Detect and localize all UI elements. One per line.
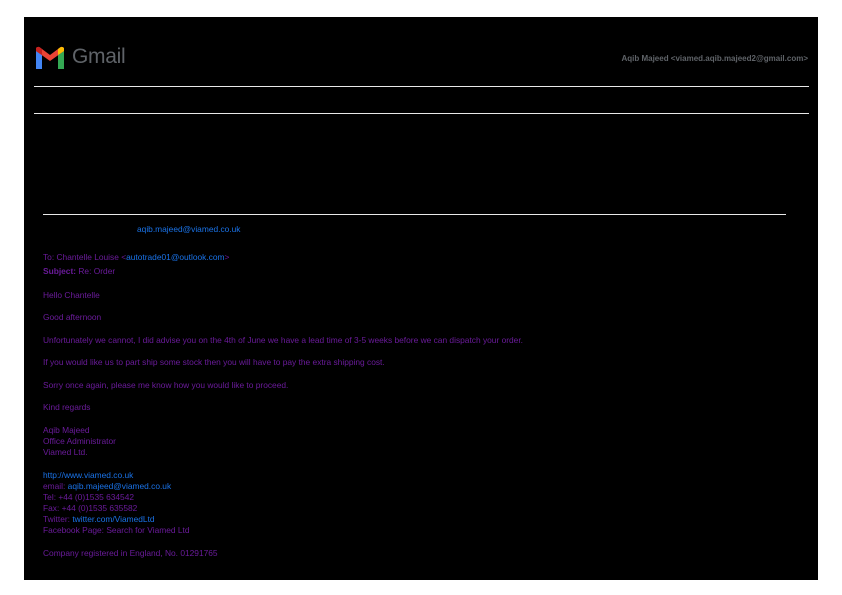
signature-company: Viamed Ltd. (43, 447, 88, 457)
signature-email-link[interactable]: aqib.majeed@viamed.co.uk (68, 481, 171, 491)
body-paragraph-3: Sorry once again, please me know how you… (43, 380, 289, 390)
signature-email-line: email: aqib.majeed@viamed.co.uk (43, 481, 171, 491)
gmail-wordmark: Gmail (72, 45, 126, 68)
signature-role: Office Administrator (43, 436, 116, 446)
signature-email-label: email: (43, 481, 66, 491)
signature-twitter-label: Twitter: (43, 514, 70, 524)
subject-label: Subject: (43, 266, 77, 276)
gmail-logo[interactable]: Gmail (34, 44, 126, 72)
message-divider (43, 214, 786, 215)
from-email-link[interactable]: aqib.majeed@viamed.co.uk (137, 224, 240, 234)
subject-divider (34, 113, 809, 114)
email-print-page: Gmail Aqib Majeed <viamed.aqib.majeed2@g… (24, 17, 818, 580)
body-paragraph-2: If you would like us to part ship some s… (43, 357, 385, 367)
to-suffix: > (224, 252, 230, 262)
signature-registration: Company registered in England, No. 01291… (43, 548, 218, 558)
subject-text: Re: Order (78, 266, 116, 276)
signature-twitter-link[interactable]: twitter.com/ViamedLtd (72, 514, 154, 524)
body-salutation: Good afternoon (43, 312, 102, 322)
header-divider (34, 86, 809, 87)
account-address: Aqib Majeed <viamed.aqib.majeed2@gmail.c… (621, 54, 808, 63)
body-paragraph-1: Unfortunately we cannot, I did advise yo… (43, 335, 523, 345)
signature-facebook: Facebook Page: Search for Viamed Ltd (43, 525, 190, 535)
to-email-link[interactable]: autotrade01@outlook.com (126, 252, 224, 262)
signature-name: Aqib Majeed (43, 425, 90, 435)
signature-twitter-line: Twitter: twitter.com/ViamedLtd (43, 514, 155, 524)
signature-website-link[interactable]: http://www.viamed.co.uk (43, 470, 133, 480)
subject-line: Subject: Re: Order (43, 266, 115, 276)
gmail-m-icon (36, 46, 64, 69)
to-label: To: Chantelle Louise < (43, 252, 127, 262)
body-greeting: Hello Chantelle (43, 290, 100, 300)
signature-fax: Fax: +44 (0)1535 635582 (43, 503, 138, 513)
body-signoff: Kind regards (43, 402, 91, 412)
signature-tel: Tel: +44 (0)1535 634542 (43, 492, 135, 502)
to-line: To: Chantelle Louise <autotrade01@outloo… (43, 252, 229, 262)
